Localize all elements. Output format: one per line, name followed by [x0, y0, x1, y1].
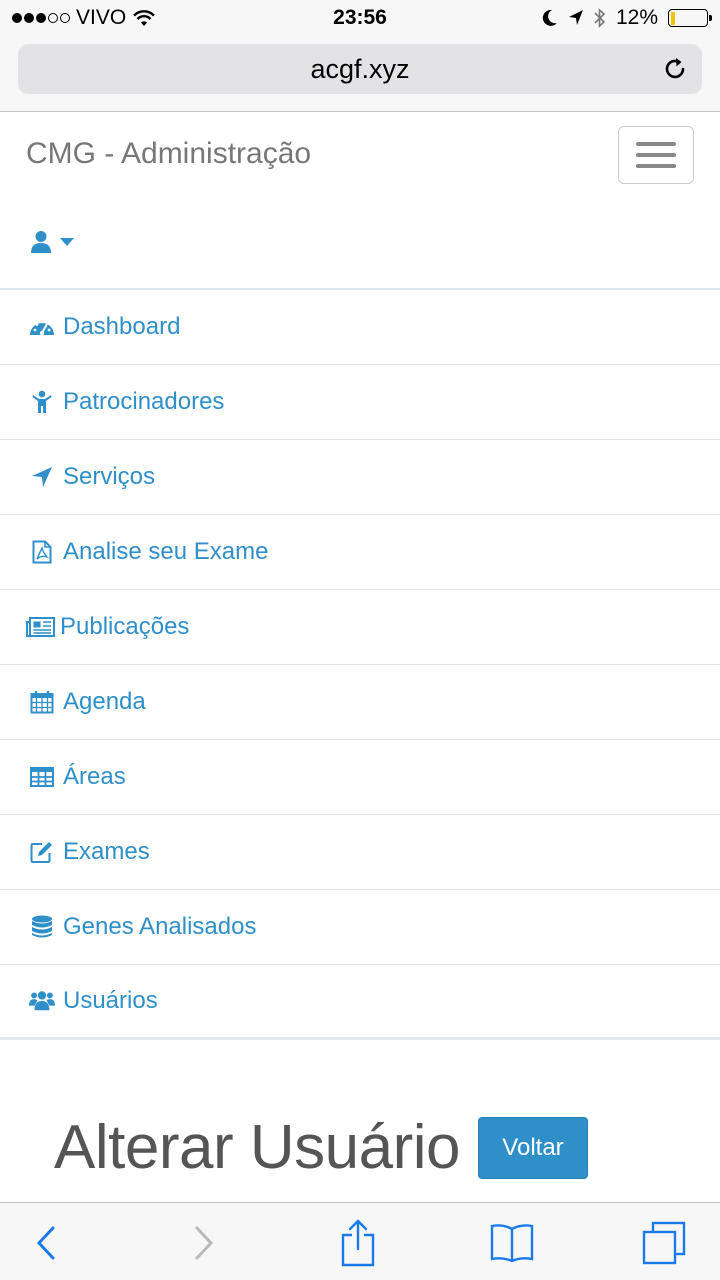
back-button[interactable]: Voltar [477, 1116, 588, 1179]
file-pdf-icon [29, 539, 55, 565]
dashboard-icon [29, 314, 55, 340]
status-right: 12% [542, 6, 712, 30]
book-icon [490, 1224, 534, 1263]
menu-item-label: Agenda [63, 688, 146, 715]
menu-item-label: Usuários [63, 987, 158, 1014]
location-arrow-icon [29, 464, 55, 490]
menu-item-genes[interactable]: Genes Analisados [0, 890, 720, 965]
url-text: acgf.xyz [310, 53, 410, 84]
forward-nav-button[interactable] [176, 1215, 232, 1271]
chevron-right-icon [195, 1226, 214, 1260]
browser-address-area: acgf.xyz [0, 36, 720, 112]
child-icon [29, 389, 55, 415]
site-navbar: CMG - Administração [0, 112, 720, 290]
menu-item-usuarios[interactable]: Usuários [0, 965, 720, 1040]
hamburger-bar [636, 153, 676, 157]
menu-item-areas[interactable]: Áreas [0, 740, 720, 815]
menu-item-label: Exames [63, 838, 150, 865]
menu-item-label: Dashboard [63, 313, 181, 340]
menu-item-analise-exame[interactable]: Analise seu Exame [0, 515, 720, 590]
menu-item-label: Publicações [60, 613, 190, 640]
page-title: Alterar Usuário [54, 1113, 460, 1182]
edit-icon [29, 839, 55, 865]
menu-item-dashboard[interactable]: Dashboard [0, 290, 720, 365]
menu-item-patrocinadores[interactable]: Patrocinadores [0, 365, 720, 440]
status-bar: VIVO 23:56 12% [0, 0, 720, 36]
tabs-button[interactable] [636, 1215, 692, 1271]
menu-item-label: Serviços [63, 463, 156, 490]
share-button[interactable] [330, 1215, 386, 1271]
menu-item-servicos[interactable]: Serviços [0, 440, 720, 515]
bluetooth-icon [594, 8, 606, 28]
calendar-icon [29, 689, 55, 715]
table-icon [29, 764, 55, 790]
caret-down-icon [60, 238, 74, 246]
bookmarks-button[interactable] [484, 1215, 540, 1271]
tabs-icon [642, 1221, 686, 1265]
menu-item-publicacoes[interactable]: Publicações [0, 590, 720, 665]
menu-item-agenda[interactable]: Agenda [0, 665, 720, 740]
location-icon [568, 10, 583, 25]
hamburger-bar [636, 164, 676, 168]
side-menu: Dashboard Patrocinadores Serviços Analis… [0, 290, 720, 1040]
user-icon [31, 231, 51, 253]
page-header: Alterar Usuário Voltar [54, 1112, 588, 1183]
share-icon [341, 1219, 375, 1267]
browser-toolbar [0, 1202, 720, 1280]
reload-icon[interactable] [662, 56, 688, 82]
battery-icon [668, 9, 712, 27]
newspaper-icon [26, 614, 56, 640]
menu-item-label: Patrocinadores [63, 388, 225, 415]
menu-item-label: Analise seu Exame [63, 538, 269, 565]
hamburger-bar [636, 142, 676, 146]
moon-icon [542, 9, 557, 26]
users-icon [29, 988, 55, 1014]
brand-title[interactable]: CMG - Administração [26, 137, 311, 171]
database-icon [29, 914, 55, 940]
user-dropdown[interactable] [30, 230, 74, 254]
battery-percent: 12% [615, 6, 658, 29]
chevron-left-icon [36, 1226, 55, 1260]
back-nav-button[interactable] [18, 1215, 74, 1271]
navbar-toggle-button[interactable] [618, 126, 694, 184]
menu-item-label: Genes Analisados [63, 913, 257, 940]
address-bar[interactable]: acgf.xyz [18, 44, 702, 94]
menu-item-exames[interactable]: Exames [0, 815, 720, 890]
menu-item-label: Áreas [63, 763, 126, 790]
